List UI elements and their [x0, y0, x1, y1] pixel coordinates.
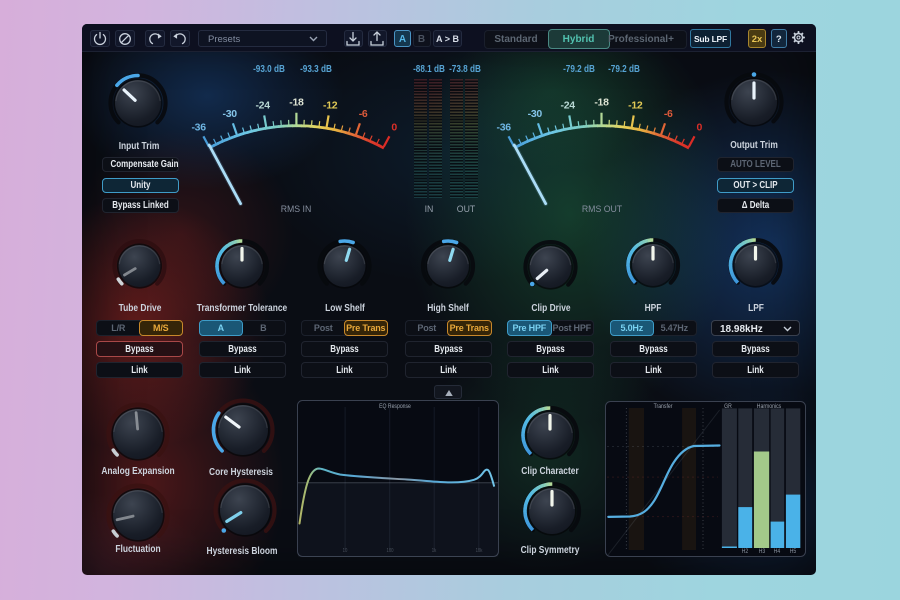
svg-text:-30: -30 — [528, 108, 543, 120]
svg-text:-30: -30 — [223, 108, 238, 120]
svg-text:-18: -18 — [289, 97, 304, 109]
svg-text:0: 0 — [391, 122, 397, 134]
svg-text:0: 0 — [697, 122, 703, 134]
svg-text:-24: -24 — [255, 100, 270, 112]
svg-text:-12: -12 — [323, 100, 338, 112]
svg-text:-6: -6 — [664, 108, 673, 120]
svg-text:-36: -36 — [497, 122, 512, 134]
svg-text:-24: -24 — [561, 100, 576, 112]
svg-text:-36: -36 — [191, 122, 206, 134]
svg-text:-6: -6 — [359, 108, 368, 120]
svg-text:-18: -18 — [594, 97, 609, 109]
svg-text:-12: -12 — [628, 100, 643, 112]
